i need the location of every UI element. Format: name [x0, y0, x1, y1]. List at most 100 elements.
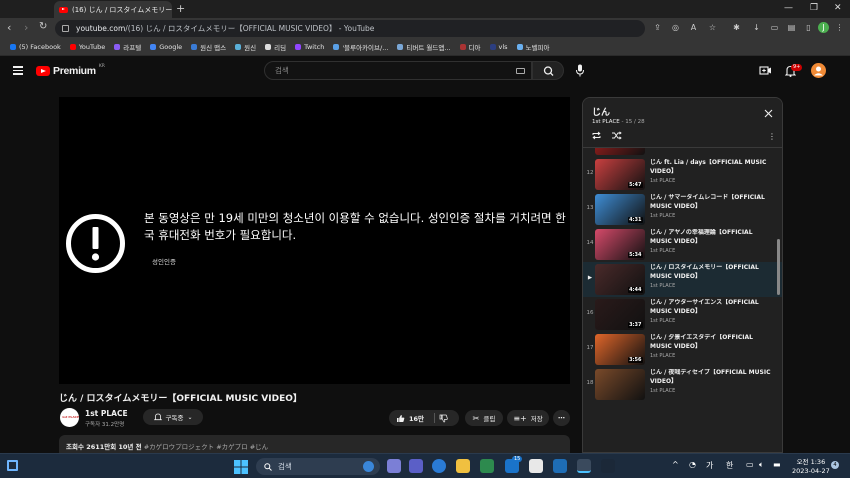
like-icon[interactable]	[396, 414, 405, 423]
back-icon[interactable]: ‹	[7, 21, 11, 34]
new-tab-icon[interactable]: +	[176, 2, 185, 15]
lens-icon[interactable]: ◎	[670, 22, 681, 33]
more-actions-button[interactable]: ⋯	[553, 410, 570, 426]
playlist-item[interactable]: 17 3:56 じん / 夕景イエスタデイ【OFFICIAL MUSIC VIDEO…	[583, 332, 782, 367]
playlist-scrollbar[interactable]	[777, 239, 780, 295]
clip-button[interactable]: ✂ 클립	[465, 410, 503, 426]
dislike-icon[interactable]	[439, 414, 448, 423]
browser-menu-icon[interactable]: ⋮	[834, 22, 845, 33]
playlist-thumbnail[interactable]: 3:56	[595, 334, 645, 365]
bookmark-4[interactable]: 원신 맵스	[191, 42, 226, 52]
bookmark-star-icon[interactable]: ☆	[707, 22, 718, 33]
playlist-item[interactable]: ▶ 4:44 じん / ロスタイムメモリー【OFFICIAL MUSIC VIDEO…	[583, 262, 782, 297]
hashtags[interactable]: #カゲロウプロジェクト #カゲプロ #じん	[144, 443, 268, 451]
browser-taskbar-icon[interactable]	[577, 459, 591, 473]
playlist-item-title: じん / サマータイムレコード【OFFICIAL MUSIC VIDEO】	[650, 194, 765, 210]
bookmark-10[interactable]: 디아	[459, 42, 481, 52]
taskbar-search-input[interactable]: 검색	[256, 458, 380, 475]
media-icon[interactable]: ▤	[786, 22, 797, 33]
search-button[interactable]	[532, 61, 564, 80]
playlist-thumbnail[interactable]: 3:37	[595, 299, 645, 330]
age-verify-link[interactable]: 성인인증	[152, 256, 176, 266]
bookmark-1[interactable]: YouTube	[69, 43, 105, 51]
channel-avatar[interactable]: 1st PLACE	[60, 408, 79, 427]
playlist-channel[interactable]: 1st PLACE	[592, 119, 620, 125]
ime-mode-a[interactable]: 가	[706, 460, 713, 471]
playlist-thumbnail[interactable]: 4:31	[595, 194, 645, 225]
playlist-thumbnail[interactable]: 5:34	[595, 229, 645, 260]
network-icon[interactable]: ◔	[689, 460, 696, 469]
widgets-icon[interactable]	[7, 460, 18, 471]
task-view-icon[interactable]	[387, 459, 401, 473]
playlist-thumbnail[interactable]	[595, 369, 645, 400]
system-clock[interactable]: 오전 1:36 2023-04-27	[792, 458, 830, 475]
hamburger-menu-icon[interactable]	[13, 66, 23, 75]
app-icon-4[interactable]	[529, 459, 543, 473]
microphone-icon[interactable]	[574, 63, 586, 78]
browser-tab[interactable]: (16) じん / ロスタイムメモリー【 ✕	[54, 1, 172, 18]
app-icon-2[interactable]	[480, 459, 494, 473]
subscribed-button[interactable]: 구독중 ⌄	[143, 409, 203, 425]
playlist-item[interactable]: 18 じん / 夜咄ディセイブ【OFFICIAL MUSIC VIDEO】 1st …	[583, 367, 782, 402]
bookmark-9[interactable]: 티버트 월드앱...	[397, 42, 451, 52]
tray-overflow-icon[interactable]: ^	[672, 460, 679, 469]
windows-taskbar: 검색 15 ^ ◔ 가 한 ▭ 🔈︎ ▬ 오전 1:36 2023-04-27 …	[0, 453, 850, 478]
file-explorer-icon[interactable]	[456, 459, 470, 473]
bookmark-12[interactable]: 노벨피아	[516, 42, 550, 52]
reload-icon[interactable]: ↻	[39, 21, 47, 32]
address-bar[interactable]: youtube.com /(16) じん / ロスタイムメモリー【OFFICIA…	[55, 20, 645, 37]
bookmark-0[interactable]: (5) Facebook	[10, 43, 61, 51]
share-icon[interactable]: ⇪	[652, 22, 663, 33]
maximize-icon[interactable]: ❐	[810, 3, 818, 13]
window-close-icon[interactable]: ✕	[834, 3, 842, 13]
keyboard-icon[interactable]	[516, 68, 525, 74]
app-icon-5[interactable]	[553, 459, 567, 473]
shuffle-icon[interactable]	[611, 131, 622, 140]
playlist-title[interactable]: じん	[592, 105, 610, 118]
extension-icon[interactable]: ✱	[731, 22, 742, 33]
user-avatar[interactable]	[811, 63, 826, 78]
minimize-icon[interactable]: —	[784, 3, 793, 13]
description-box[interactable]: 조회수 2611만회 10년 전 #カゲロウプロジェクト #カゲプロ #じん	[59, 435, 570, 453]
more-vertical-icon[interactable]: ⋮	[768, 132, 776, 141]
steam-icon[interactable]	[601, 459, 615, 473]
notification-center-badge[interactable]: 4	[831, 461, 839, 469]
sidebar-icon[interactable]: ▯	[803, 22, 814, 33]
playlist-item[interactable]: 14 5:34 じん / アヤノの幸福理論【OFFICIAL MUSIC VIDEO…	[583, 227, 782, 262]
app-icon-1[interactable]	[432, 459, 446, 473]
youtube-premium-logo[interactable]: Premium KR	[36, 64, 105, 77]
battery-icon[interactable]: ▬	[773, 460, 781, 469]
close-icon[interactable]	[764, 109, 773, 118]
playlist-thumbnail[interactable]: 5:47	[595, 159, 645, 190]
bookmark-8[interactable]: '블루아카이브/...	[333, 42, 388, 52]
bookmark-11[interactable]: vls	[489, 43, 508, 51]
screenshot-icon[interactable]: ▭	[769, 22, 780, 33]
bookmark-5[interactable]: 원신	[235, 42, 256, 52]
create-video-icon[interactable]	[759, 65, 772, 76]
chat-icon[interactable]	[409, 459, 423, 473]
volume-icon[interactable]: 🔈︎	[759, 460, 764, 470]
display-icon[interactable]: ▭	[746, 460, 754, 469]
bookmark-favicon-icon	[69, 44, 76, 50]
download-icon[interactable]: ↓	[751, 22, 762, 33]
video-player[interactable]: 본 동영상은 만 19세 미만의 청소년이 이용할 수 없습니다. 성인인증 절…	[59, 97, 570, 384]
playlist-item[interactable]: 13 4:31 じん / サマータイムレコード【OFFICIAL MUSIC VID…	[583, 192, 782, 227]
search-input[interactable]: 검색	[264, 61, 532, 80]
playlist-item[interactable]: 12 5:47 じん ft. Lia / days【OFFICIAL MUSIC V…	[583, 157, 782, 192]
bookmark-2[interactable]: 라프텔	[114, 42, 141, 52]
playlist-item[interactable]: 16 3:37 じん / アウターサイエンス【OFFICIAL MUSIC VIDE…	[583, 297, 782, 332]
profile-icon[interactable]: J	[818, 22, 829, 33]
windows-start-icon[interactable]	[234, 460, 248, 474]
channel-name[interactable]: 1st PLACE	[85, 409, 128, 418]
loop-icon[interactable]	[591, 131, 602, 140]
like-dislike-group: 16만	[389, 410, 459, 426]
site-info-icon[interactable]	[62, 25, 69, 32]
forward-icon[interactable]: ›	[24, 21, 28, 34]
bookmark-6[interactable]: 리딤	[265, 42, 286, 52]
save-button[interactable]: ≡+ 저장	[507, 410, 549, 426]
ime-mode-b[interactable]: 한	[726, 460, 733, 471]
bookmark-3[interactable]: Google	[150, 43, 182, 51]
playlist-thumbnail[interactable]: 4:44	[595, 264, 645, 295]
bookmark-7[interactable]: Twitch	[295, 43, 324, 51]
translate-icon[interactable]: A	[688, 22, 699, 33]
